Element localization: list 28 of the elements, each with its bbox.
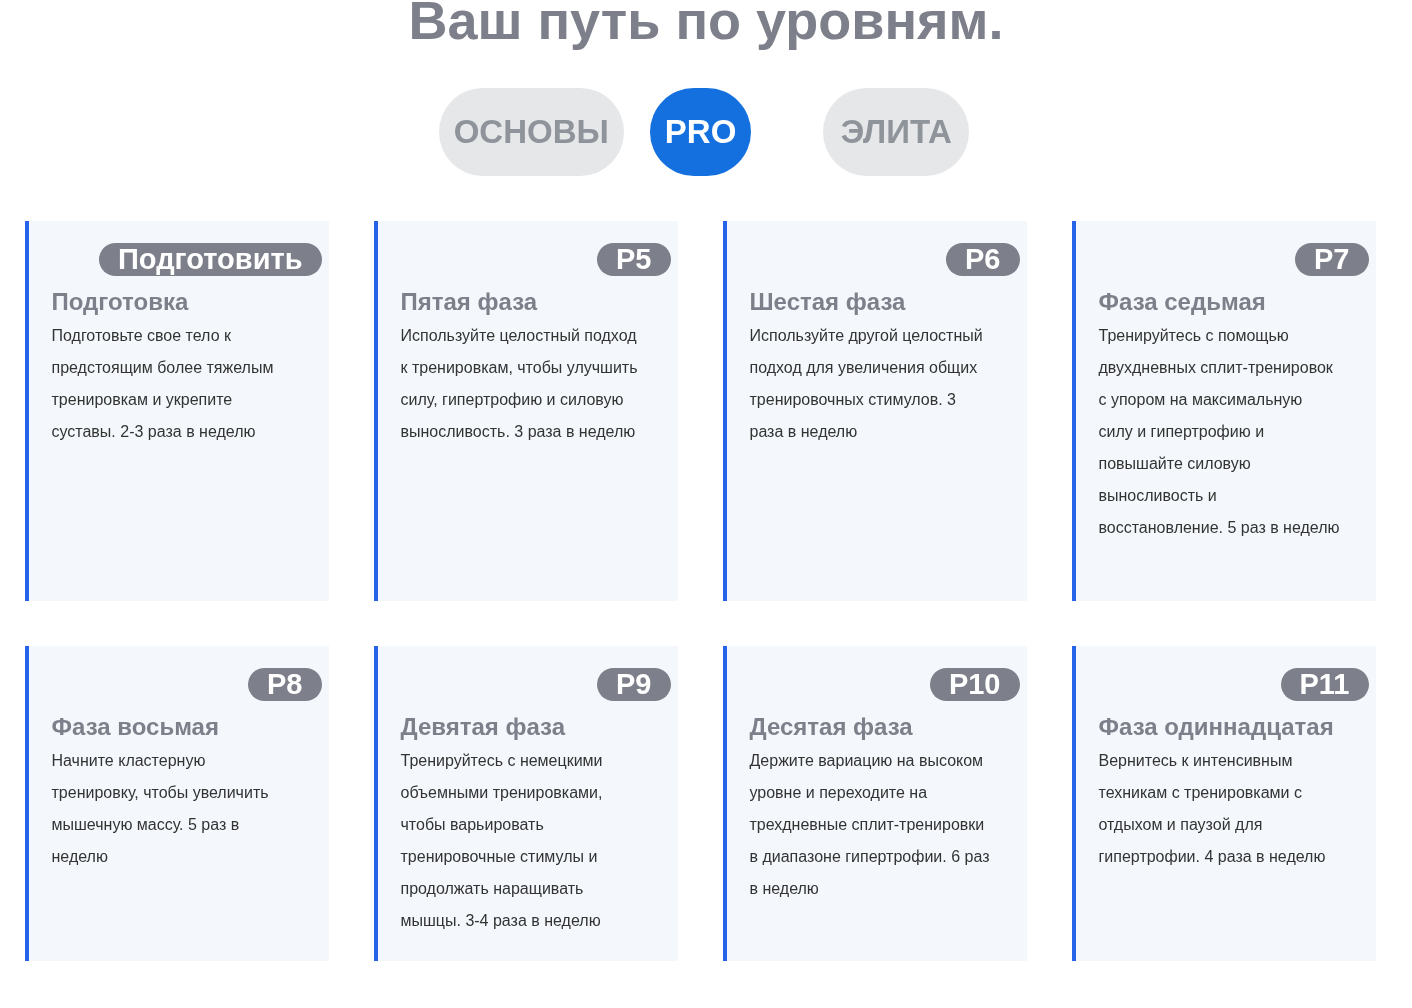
phase-badge: P9 bbox=[597, 668, 671, 701]
level-tab[interactable]: ЭЛИТА bbox=[823, 88, 970, 176]
phase-badge: P11 bbox=[1280, 668, 1369, 701]
phase-badge: P8 bbox=[248, 668, 322, 701]
phase-description: Начните кластерную тренировку, чтобы увеличить мышечную массу. 5 раз в неделю bbox=[51, 751, 270, 867]
phase-title: Шестая фаза bbox=[749, 287, 907, 317]
phase-description: Подготовьте свое тело к предстоящим более тяжелым тренировкам и укрепите суставы. 2-3 раза в неделю bbox=[51, 326, 275, 442]
level-tab[interactable]: PRO bbox=[649, 88, 752, 176]
phase-title: Фаза одиннадцатая bbox=[1098, 712, 1335, 742]
phase-title: Десятая фаза bbox=[749, 712, 914, 742]
phase-badge: P5 bbox=[597, 243, 671, 276]
phase-title: Фаза седьмая bbox=[1098, 287, 1267, 317]
phase-description: Тренируйтесь с немецкими объемными тренировками, чтобы варьировать тренировочные стимулы и продолжать наращивать мышцы. 3-4 раза в неделю bbox=[400, 751, 604, 931]
phase-title: Фаза восьмая bbox=[51, 712, 220, 742]
phase-description: Тренируйтесь с помощью двухдневных сплит-тренировок с упором на максимальную силу и гипертрофию и повышайте силовую выносливость и восстановление. 5 раз в неделю bbox=[1098, 326, 1341, 538]
phase-title: Девятая фаза bbox=[400, 712, 567, 742]
phase-badge: P10 bbox=[929, 668, 1020, 701]
phase-badge: P7 bbox=[1295, 243, 1369, 276]
phase-description: Держите вариацию на высоком уровне и переходите на трехдневные сплит-тренировки в диапазоне гипертрофии. 6 раз в неделю bbox=[749, 751, 991, 899]
phase-description: Используйте целостный подход к тренировкам, чтобы улучшить силу, гипертрофию и силовую выносливость. 3 раза в неделю bbox=[400, 326, 639, 442]
phase-title: Пятая фаза bbox=[400, 287, 539, 317]
phase-badge: Подготовить bbox=[99, 243, 322, 276]
phase-description: Используйте другой целостный подход для увеличения общих тренировочных стимулов. 3 раза в неделю bbox=[749, 326, 984, 442]
page-heading: Ваш путь по уровням. bbox=[408, 0, 1004, 52]
phase-description: Вернитесь к интенсивным техникам с тренировками с отдыхом и паузой для гипертрофии. 4 раза в неделю bbox=[1098, 751, 1327, 867]
phase-title: Подготовка bbox=[51, 287, 190, 317]
phase-badge: P6 bbox=[946, 243, 1020, 276]
level-tab[interactable]: ОСНОВЫ bbox=[438, 88, 624, 176]
